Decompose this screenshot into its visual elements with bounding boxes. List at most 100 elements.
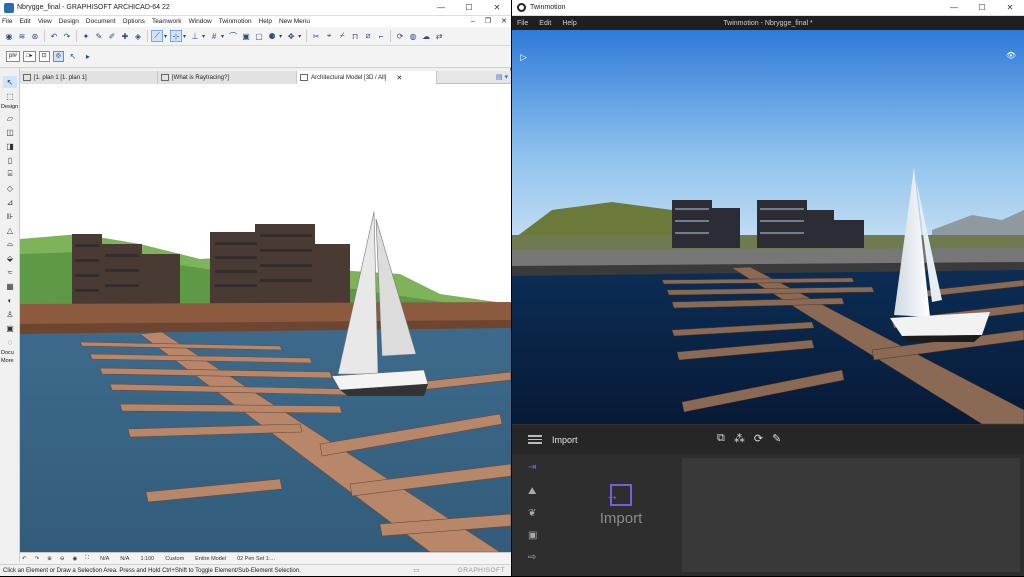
zoom-out-icon[interactable]: ⊖	[60, 556, 65, 562]
model-view-field[interactable]: Entire Model	[192, 556, 226, 562]
object-tool[interactable]: ♙	[3, 308, 17, 320]
chevron-right-icon[interactable]: ▸	[82, 51, 94, 63]
shapes-icon[interactable]: ⧉	[717, 432, 725, 445]
zone-tool[interactable]: ▣	[3, 322, 17, 334]
chevron-down-icon[interactable]: ▾	[279, 33, 282, 40]
wall-tool[interactable]: ▱	[3, 112, 17, 124]
redo-zoom-icon[interactable]: ↷	[35, 556, 40, 562]
mdi-restore-icon[interactable]: ❐	[485, 16, 491, 27]
view-icon[interactable]: ⊛	[29, 30, 41, 42]
landscape-tab-icon[interactable]: ⛰	[528, 486, 536, 497]
menu-help[interactable]: Help	[259, 16, 272, 27]
marquee-tool[interactable]: ⬚	[3, 90, 17, 102]
play-icon[interactable]: ▷	[520, 52, 527, 63]
lamp-tool[interactable]: ◌	[3, 336, 17, 348]
maximize-icon[interactable]: ☐	[968, 0, 996, 15]
tab-floor-plan[interactable]: [1. plan 1 [1. plan 1]	[20, 71, 158, 84]
element-info-icon[interactable]: ✥	[285, 30, 297, 42]
tm-menu-edit[interactable]: Edit	[539, 20, 551, 27]
chevron-down-icon[interactable]: ▾	[164, 33, 167, 40]
menu-view[interactable]: View	[38, 16, 52, 27]
menu-new-menu[interactable]: New Menu	[279, 16, 310, 27]
stair-tool[interactable]: ⊿	[3, 196, 17, 208]
chevron-down-icon[interactable]: ▾	[202, 33, 205, 40]
menu-window[interactable]: Window	[189, 16, 212, 27]
globe-icon[interactable]: ◍	[407, 30, 419, 42]
slab-tool[interactable]: ◇	[3, 182, 17, 194]
tab-3d-model[interactable]: Architectural Model [3D / All] ✕	[297, 71, 437, 84]
skylight-tool[interactable]: ⬙	[3, 252, 17, 264]
menu-file[interactable]: File	[2, 16, 12, 27]
snap-icon[interactable]: ⊥	[189, 30, 201, 42]
minimize-icon[interactable]: —	[427, 0, 455, 15]
window-tool[interactable]: ◨	[3, 140, 17, 152]
selection-method-field[interactable]: □▸	[23, 51, 36, 62]
chevron-down-icon[interactable]: ▾	[298, 33, 301, 40]
media-tab-icon[interactable]: ▣	[528, 530, 537, 541]
maximize-icon[interactable]: ☐	[455, 0, 483, 15]
teamwork-icon[interactable]: ⇄	[433, 30, 445, 42]
import-button[interactable]: Import	[596, 484, 646, 527]
chevron-down-icon[interactable]: ▾	[504, 73, 508, 81]
eye-icon[interactable]: ◉	[3, 30, 15, 42]
redo-icon[interactable]: ↷	[61, 30, 73, 42]
vegetation-brush-icon[interactable]: ⁂	[734, 432, 745, 445]
orbit-icon[interactable]: ◉	[72, 556, 77, 562]
menu-edit[interactable]: Edit	[19, 16, 30, 27]
menu-design[interactable]: Design	[59, 16, 79, 27]
refresh-icon[interactable]: ⟳	[754, 432, 763, 445]
syringe-icon[interactable]: ✐	[106, 30, 118, 42]
beam-tool[interactable]: ⌸	[3, 168, 17, 180]
rotate-icon[interactable]: ⟳	[394, 30, 406, 42]
column-tool[interactable]: ▯	[3, 154, 17, 166]
bim-cloud-icon[interactable]: ☁	[420, 30, 432, 42]
chevron-down-icon[interactable]: ▾	[183, 33, 186, 40]
view-eye-icon[interactable]: 👁	[1006, 51, 1016, 60]
railing-tool[interactable]: ⊪	[3, 210, 17, 222]
offset-icon[interactable]: ⧄	[362, 30, 374, 42]
pick-icon[interactable]: ✚	[119, 30, 131, 42]
menu-teamwork[interactable]: Teamwork	[152, 16, 182, 27]
tm-menu-help[interactable]: Help	[562, 20, 576, 27]
tm-menu-file[interactable]: File	[517, 20, 528, 27]
tab-raytracing[interactable]: [What is Raytracing?]	[158, 71, 297, 84]
tab-list-icon[interactable]: ▤	[496, 73, 503, 81]
suspend-groups-icon[interactable]: ⌒	[227, 30, 239, 42]
undo-zoom-icon[interactable]: ↶	[22, 556, 27, 562]
snap-guides-icon[interactable]: ⊹	[170, 30, 183, 42]
selection-3d-field[interactable]: ◎	[52, 51, 64, 62]
mdi-minimize-icon[interactable]: –	[471, 16, 475, 27]
import-tab-icon[interactable]: ⇥	[528, 462, 536, 473]
tab-close-icon[interactable]: ✕	[396, 74, 402, 82]
grid-icon[interactable]: #	[208, 30, 220, 42]
fit-icon[interactable]: ⛶	[85, 555, 89, 562]
shell-tool[interactable]: ⌓	[3, 238, 17, 250]
status-value-2[interactable]: N/A	[117, 556, 129, 562]
menu-document[interactable]: Document	[86, 16, 116, 27]
arrow-tool[interactable]: ↖	[3, 76, 17, 88]
import-content-area[interactable]	[682, 458, 1020, 572]
status-value-1[interactable]: N/A	[97, 556, 109, 562]
adjust-icon[interactable]: ⌿	[336, 30, 348, 42]
roof-tool[interactable]: △	[3, 224, 17, 236]
menu-twinmotion[interactable]: Twinmotion	[219, 16, 252, 27]
pen-set-field[interactable]: 02 Pen Set 1:...	[234, 556, 275, 562]
guide-line-icon[interactable]: ⟋	[151, 30, 163, 42]
layer-combo-field[interactable]: Custom	[162, 556, 184, 562]
scale-field[interactable]: 1:100	[137, 556, 154, 562]
trace-icon[interactable]: ◈	[132, 30, 144, 42]
close-icon[interactable]: ✕	[483, 0, 511, 15]
lock-icon[interactable]: ▢	[253, 30, 265, 42]
arrow-tool-mode-field[interactable]: pl#	[6, 51, 21, 62]
menu-options[interactable]: Options	[123, 16, 145, 27]
minimize-icon[interactable]: —	[940, 0, 968, 15]
eyedropper-icon[interactable]: ✎	[93, 30, 105, 42]
curtain-wall-tool[interactable]: ▦	[3, 280, 17, 292]
export-tab-icon[interactable]: ⇨	[528, 552, 536, 563]
arrow-cursor-icon[interactable]: ↖	[67, 51, 79, 63]
chevron-down-icon[interactable]: ▾	[221, 33, 224, 40]
hamburger-menu-icon[interactable]	[528, 435, 542, 444]
morph-tool[interactable]: ◐	[3, 294, 17, 306]
zoom-in-icon[interactable]: ⊕	[47, 556, 52, 562]
magic-wand-icon[interactable]: ✦	[80, 30, 92, 42]
